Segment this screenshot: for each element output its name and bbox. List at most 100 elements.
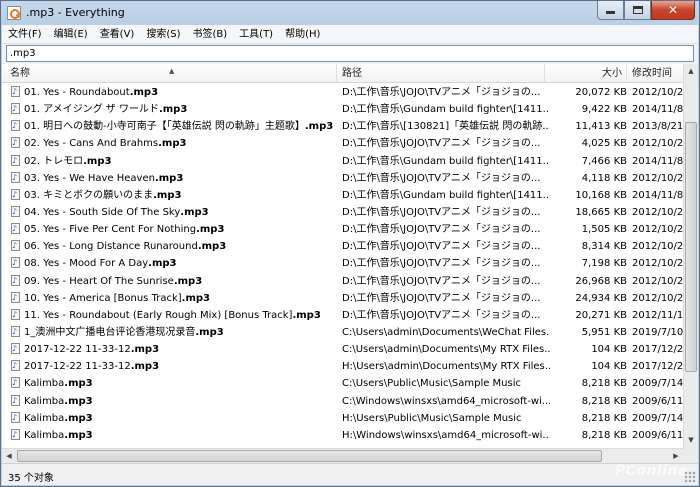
scroll-down-icon[interactable]: ▼ bbox=[684, 433, 698, 448]
table-row[interactable]: 1_澳洲中文广播电台评论香港现况录音.mp3 C:\Users\admin\Doc… bbox=[2, 324, 683, 341]
file-extension-match: .mp3 bbox=[64, 412, 93, 424]
file-name-cell: 02. トレモロ.mp3 bbox=[11, 153, 337, 170]
table-row[interactable]: 03. Yes - We Have Heaven.mp3 D:\工作\音乐\JOJ… bbox=[2, 170, 683, 187]
file-name-cell: 05. Yes - Five Per Cent For Nothing.mp3 bbox=[11, 221, 337, 238]
scroll-right-icon[interactable]: ▶ bbox=[669, 449, 683, 463]
scroll-up-icon[interactable]: ▲ bbox=[684, 64, 698, 79]
table-row[interactable]: 2017-12-22 11-33-12.mp3 H:\Users\admin\Do… bbox=[2, 358, 683, 375]
table-row[interactable]: 06. Yes - Long Distance Runaround.mp3 D:\… bbox=[2, 238, 683, 255]
file-modified: 2017/12/2 bbox=[632, 344, 683, 356]
table-row[interactable]: Kalimba.mp3 C:\Users\Public\Music\Sample … bbox=[2, 375, 683, 392]
resize-grip-icon[interactable] bbox=[684, 471, 696, 483]
vertical-scroll-thumb[interactable] bbox=[685, 122, 697, 372]
file-extension-match: .mp3 bbox=[304, 121, 334, 133]
file-modified: 2014/11/8 bbox=[632, 189, 683, 201]
horizontal-scroll-thumb[interactable] bbox=[17, 450, 602, 462]
file-extension-match: .mp3 bbox=[197, 241, 227, 253]
file-size: 4,118 KB bbox=[581, 172, 627, 184]
file-modified: 2012/10/2 bbox=[632, 275, 683, 287]
file-size: 10,168 KB bbox=[575, 189, 627, 201]
menu-view[interactable]: 查看(V) bbox=[94, 25, 141, 44]
file-name: 06. Yes - Long Distance Runaround bbox=[24, 241, 198, 253]
file-extension-match: .mp3 bbox=[129, 87, 159, 98]
file-size: 104 KB bbox=[591, 361, 627, 373]
file-modified: 2012/10/2 bbox=[632, 224, 683, 236]
audio-file-icon bbox=[11, 375, 20, 391]
menu-tools[interactable]: 工具(T) bbox=[233, 25, 279, 44]
table-row[interactable]: 03. キミとボクの願いのまま.mp3 D:\工作\音乐\Gundam build… bbox=[2, 187, 683, 204]
table-row[interactable]: 05. Yes - Five Per Cent For Nothing.mp3 D… bbox=[2, 221, 683, 238]
file-path: D:\工作\音乐\JOJO\TVアニメ「ジョジョの... bbox=[342, 275, 541, 287]
file-modified: 2017/12/2 bbox=[632, 361, 683, 373]
file-size: 1,505 KB bbox=[581, 224, 627, 236]
table-row[interactable]: 01. 明日への鼓動-小寺可南子【「英雄伝説 閃の軌跡」主题歌】.mp3 D:\工… bbox=[2, 118, 683, 135]
audio-file-icon bbox=[11, 221, 20, 237]
table-row[interactable]: 04. Yes - South Side Of The Sky.mp3 D:\工作… bbox=[2, 204, 683, 221]
audio-file-icon bbox=[11, 290, 20, 306]
table-row[interactable]: 08. Yes - Mood For A Day.mp3 D:\工作\音乐\JOJ… bbox=[2, 255, 683, 272]
table-row[interactable]: Kalimba.mp3 C:\Windows\winsxs\amd64_micro… bbox=[2, 393, 683, 410]
file-path: D:\工作\音乐\JOJO\TVアニメ「ジョジョの... bbox=[342, 258, 541, 270]
everything-search-icon bbox=[7, 6, 21, 20]
file-name-cell: 01. 明日への鼓動-小寺可南子【「英雄伝説 閃の軌跡」主题歌】.mp3 bbox=[11, 118, 337, 135]
maximize-button[interactable] bbox=[624, 1, 651, 20]
file-name-cell: 04. Yes - South Side Of The Sky.mp3 bbox=[11, 204, 337, 221]
column-size-label: 大小 bbox=[602, 68, 622, 79]
horizontal-scrollbar[interactable]: ◀ ▶ bbox=[2, 448, 683, 463]
table-row[interactable]: 02. Yes - Cans And Brahms.mp3 D:\工作\音乐\JO… bbox=[2, 135, 683, 152]
file-modified: 2019/7/10 bbox=[632, 326, 683, 338]
file-name-cell: 11. Yes - Roundabout (Early Rough Mix) [… bbox=[11, 307, 337, 324]
menu-search[interactable]: 搜索(S) bbox=[140, 25, 186, 44]
search-input[interactable] bbox=[6, 45, 694, 62]
file-size: 8,314 KB bbox=[581, 241, 627, 253]
audio-file-icon bbox=[11, 427, 20, 443]
column-name-label: 名称 bbox=[10, 68, 30, 79]
file-path: D:\工作\音乐\JOJO\TVアニメ「ジョジョの... bbox=[342, 309, 541, 321]
file-extension-match: .mp3 bbox=[196, 224, 225, 236]
file-modified: 2012/11/1 bbox=[632, 309, 683, 321]
scroll-left-icon[interactable]: ◀ bbox=[2, 449, 16, 463]
file-modified: 2012/10/2 bbox=[632, 172, 683, 184]
file-extension-match: .mp3 bbox=[130, 344, 160, 356]
close-button[interactable]: ✕ bbox=[651, 1, 695, 20]
menu-file[interactable]: 文件(F) bbox=[2, 25, 48, 44]
scrollbar-corner bbox=[683, 448, 698, 463]
table-row[interactable]: 10. Yes - America [Bonus Track].mp3 D:\工作… bbox=[2, 290, 683, 307]
table-row[interactable]: 02. トレモロ.mp3 D:\工作\音乐\Gundam build fighte… bbox=[2, 153, 683, 170]
file-modified: 2012/10/2 bbox=[632, 241, 683, 253]
table-row[interactable]: 2017-12-22 11-33-12.mp3 C:\Users\admin\Do… bbox=[2, 341, 683, 358]
file-modified: 2014/11/8 bbox=[632, 104, 683, 116]
column-header-size[interactable]: 大小 bbox=[545, 64, 627, 83]
file-modified: 2013/8/21 bbox=[632, 121, 683, 133]
file-name-cell: Kalimba.mp3 bbox=[11, 375, 337, 392]
table-row[interactable]: 11. Yes - Roundabout (Early Rough Mix) [… bbox=[2, 307, 683, 324]
file-size: 7,198 KB bbox=[581, 258, 627, 270]
menu-edit[interactable]: 编辑(E) bbox=[48, 25, 94, 44]
file-extension-match: .mp3 bbox=[148, 258, 177, 270]
file-path: C:\Users\admin\Documents\WeChat Files... bbox=[342, 326, 550, 338]
vertical-scrollbar[interactable]: ▲ ▼ bbox=[683, 64, 698, 448]
column-header-modified[interactable]: 修改时间 bbox=[627, 64, 683, 83]
file-size: 5,951 KB bbox=[581, 326, 627, 338]
title-bar[interactable]: .mp3 - Everything ✕ bbox=[1, 1, 699, 25]
audio-file-icon bbox=[11, 238, 20, 254]
table-row[interactable]: 01. アメイジング ザ ワールド.mp3 D:\工作\音乐\Gundam bui… bbox=[2, 101, 683, 118]
table-row[interactable]: 01. Yes - Roundabout.mp3 D:\工作\音乐\JOJO\TV… bbox=[2, 84, 683, 101]
file-size: 24,934 KB bbox=[575, 292, 627, 304]
table-row[interactable]: 09. Yes - Heart Of The Sunrise.mp3 D:\工作\… bbox=[2, 273, 683, 290]
minimize-button[interactable] bbox=[597, 1, 624, 20]
file-path: D:\工作\音乐\JOJO\TVアニメ「ジョジョの... bbox=[342, 138, 541, 150]
menu-help[interactable]: 帮助(H) bbox=[279, 25, 326, 44]
file-name-cell: 1_澳洲中文广播电台评论香港现况录音.mp3 bbox=[11, 324, 337, 341]
menu-bookmarks[interactable]: 书签(B) bbox=[187, 25, 234, 44]
table-row[interactable]: Kalimba.mp3 H:\Users\Public\Music\Sample … bbox=[2, 410, 683, 427]
file-size: 20,072 KB bbox=[575, 87, 627, 98]
file-name-cell: 2017-12-22 11-33-12.mp3 bbox=[11, 358, 337, 375]
file-modified: 2012/10/2 bbox=[632, 206, 683, 218]
table-row[interactable]: Kalimba.mp3 H:\Windows\winsxs\amd64_micro… bbox=[2, 427, 683, 444]
menu-bar: 文件(F) 编辑(E) 查看(V) 搜索(S) 书签(B) 工具(T) 帮助(H… bbox=[2, 25, 698, 44]
column-header-path[interactable]: 路径 bbox=[337, 64, 545, 83]
column-header-name[interactable]: 名称 ▲ bbox=[2, 64, 337, 83]
file-name: 02. トレモロ bbox=[24, 155, 84, 167]
file-size: 8,218 KB bbox=[581, 378, 627, 390]
